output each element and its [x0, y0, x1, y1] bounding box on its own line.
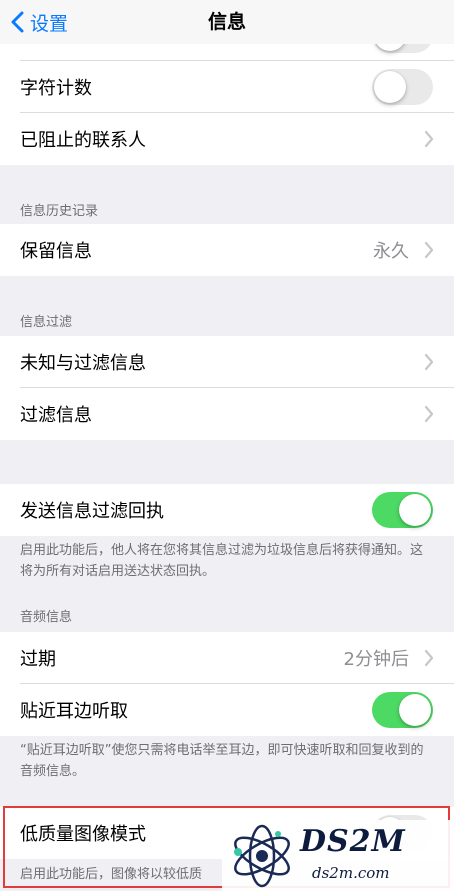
- page-title: 信息: [207, 11, 246, 33]
- previous-row: [0, 16, 454, 61]
- unknown-filter-label: 未知与过滤信息: [20, 353, 146, 374]
- expire-row[interactable]: 过期 2分钟后: [0, 632, 454, 684]
- char-count-label: 字符计数: [20, 78, 92, 99]
- blocked-contacts-row[interactable]: 已阻止的联系人: [0, 113, 454, 165]
- low-quality-label: 低质量图像模式: [20, 824, 146, 845]
- keep-messages-row[interactable]: 保留信息 永久: [0, 224, 454, 276]
- filter-receipt-footer: 启用此功能后，他人将在您将其信息过滤为垃圾信息后将获得通知。这将为所有对话启用送…: [20, 543, 424, 579]
- chevron-right-icon: [424, 405, 434, 423]
- expire-value: 2分钟后: [343, 649, 409, 670]
- chevron-right-icon: [424, 649, 434, 667]
- section-header-audio: 音频信息: [20, 610, 73, 625]
- chevron-right-icon: [424, 353, 434, 371]
- raise-to-listen-row: 贴近耳边听取: [0, 684, 454, 736]
- raise-to-listen-toggle[interactable]: [372, 692, 433, 728]
- keep-messages-value: 永久: [373, 241, 409, 262]
- section-header-filtering: 信息过滤: [20, 315, 73, 330]
- keep-messages-label: 保留信息: [20, 241, 92, 262]
- watermark: DS2M ds2m.com: [222, 820, 454, 891]
- char-count-row: 字符计数: [0, 61, 454, 113]
- char-count-toggle[interactable]: [372, 69, 433, 105]
- section-header-history: 信息历史记录: [20, 204, 99, 219]
- unknown-filter-row[interactable]: 未知与过滤信息: [0, 336, 454, 388]
- expire-label: 过期: [20, 649, 56, 670]
- atom-logo-icon: [234, 824, 290, 888]
- blocked-contacts-label: 已阻止的联系人: [20, 130, 146, 151]
- watermark-site: ds2m.com: [312, 864, 390, 882]
- navigation-bar: 设置 信息: [0, 0, 454, 44]
- raise-to-listen-label: 贴近耳边听取: [20, 701, 128, 722]
- send-filter-receipt-toggle[interactable]: [372, 492, 433, 528]
- watermark-brand: DS2M: [300, 824, 406, 859]
- filter-messages-row[interactable]: 过滤信息: [0, 388, 454, 440]
- chevron-right-icon: [424, 241, 434, 259]
- send-filter-receipt-label: 发送信息过滤回执: [20, 501, 164, 522]
- raise-to-listen-footer: “贴近耳边听取”使您只需将电话举至耳边，即可快速听取和回复收到的音频信息。: [20, 743, 424, 779]
- filter-messages-label: 过滤信息: [20, 405, 92, 426]
- chevron-right-icon: [424, 130, 434, 148]
- send-filter-receipt-row: 发送信息过滤回执: [0, 484, 454, 536]
